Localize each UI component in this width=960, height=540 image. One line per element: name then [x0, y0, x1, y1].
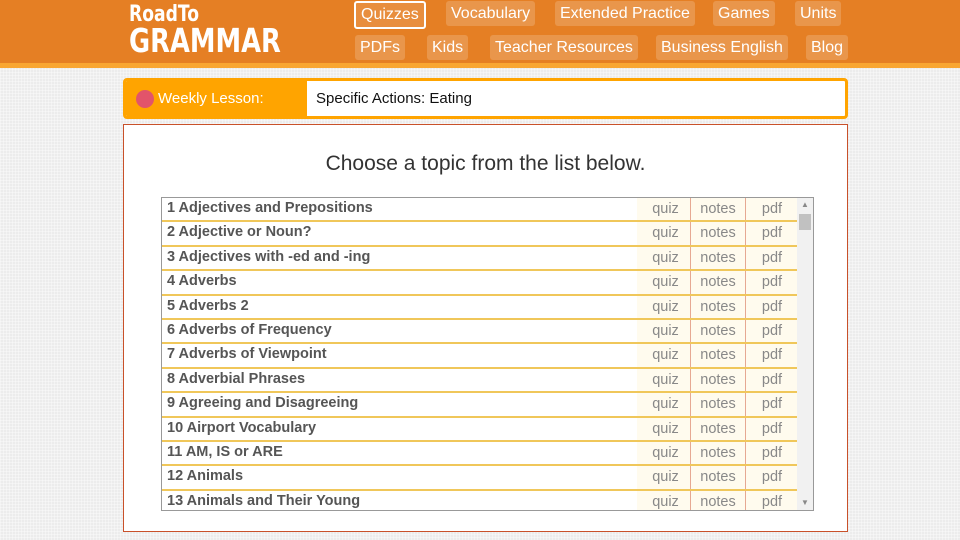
pdf-link[interactable]: pdf — [746, 344, 798, 367]
nav-business-english[interactable]: Business English — [656, 35, 788, 60]
topic-row: 2 Adjective or Noun? quiz notes pdf — [162, 222, 798, 247]
notes-link[interactable]: notes — [690, 198, 746, 221]
topic-title[interactable]: 2 Adjective or Noun? — [162, 222, 637, 244]
topic-title[interactable]: 13 Animals and Their Young — [162, 491, 637, 510]
topic-title[interactable]: 6 Adverbs of Frequency — [162, 320, 637, 342]
quiz-link[interactable]: quiz — [637, 222, 690, 245]
pdf-link[interactable]: pdf — [746, 490, 798, 510]
quiz-link[interactable]: quiz — [637, 271, 690, 294]
topic-title[interactable]: 12 Animals — [162, 466, 637, 488]
topic-title[interactable]: 11 AM, IS or ARE — [162, 442, 637, 464]
topic-row: 12 Animals quiz notes pdf — [162, 466, 798, 491]
pdf-link[interactable]: pdf — [746, 319, 798, 343]
topic-title[interactable]: 7 Adverbs of Viewpoint — [162, 344, 637, 366]
notes-link[interactable]: notes — [690, 246, 746, 270]
nav-blog[interactable]: Blog — [806, 35, 849, 60]
weekly-lesson-bar: Weekly Lesson: Specific Actions: Eating — [123, 78, 848, 119]
nav-vocabulary[interactable]: Vocabulary — [446, 1, 536, 26]
quiz-link[interactable]: quiz — [637, 319, 690, 343]
topic-title[interactable]: 8 Adverbial Phrases — [162, 369, 637, 391]
topic-row: 8 Adverbial Phrases quiz notes pdf — [162, 368, 798, 394]
scrollbar[interactable]: ▲ ▼ — [797, 198, 813, 510]
quiz-link[interactable]: quiz — [637, 246, 690, 270]
pdf-link[interactable]: pdf — [746, 295, 798, 318]
notes-link[interactable]: notes — [690, 393, 746, 416]
topic-row: 1 Adjectives and Prepositions quiz notes pd… — [162, 198, 798, 223]
site-header: RoadTo GRAMMAR Quizzes Vocabulary Extend… — [0, 0, 960, 68]
topic-title[interactable]: 5 Adverbs 2 — [162, 296, 637, 318]
weekly-lesson-label-area: Weekly Lesson: — [126, 81, 307, 116]
notes-link[interactable]: notes — [690, 490, 746, 510]
notes-link[interactable]: notes — [690, 271, 746, 294]
notes-link[interactable]: notes — [690, 295, 746, 318]
quiz-link[interactable]: quiz — [637, 344, 690, 367]
scroll-thumb[interactable] — [799, 214, 811, 230]
quiz-link[interactable]: quiz — [637, 490, 690, 510]
record-dot-icon — [136, 90, 154, 108]
weekly-lesson-link[interactable]: Specific Actions: Eating — [316, 81, 472, 116]
topic-title[interactable]: 1 Adjectives and Prepositions — [162, 198, 637, 220]
pdf-link[interactable]: pdf — [746, 393, 798, 416]
nav-pdfs[interactable]: PDFs — [355, 35, 405, 60]
topic-row: 9 Agreeing and Disagreeing quiz notes pdf — [162, 393, 798, 418]
scroll-down-arrow-icon[interactable]: ▼ — [797, 496, 813, 510]
page-heading: Choose a topic from the list below. — [325, 152, 646, 175]
notes-link[interactable]: notes — [690, 344, 746, 367]
quiz-link[interactable]: quiz — [637, 441, 690, 465]
topic-title[interactable]: 3 Adjectives with -ed and -ing — [162, 247, 637, 269]
pdf-link[interactable]: pdf — [746, 441, 798, 465]
pdf-link[interactable]: pdf — [746, 466, 798, 489]
main-panel: Choose a topic from the list below. 1 Ad… — [123, 124, 848, 532]
scroll-up-arrow-icon[interactable]: ▲ — [797, 198, 813, 212]
topic-row: 3 Adjectives with -ed and -ing quiz notes p… — [162, 246, 798, 272]
notes-link[interactable]: notes — [690, 368, 746, 392]
nav-games[interactable]: Games — [713, 1, 775, 26]
pdf-link[interactable]: pdf — [746, 198, 798, 221]
notes-link[interactable]: notes — [690, 319, 746, 343]
topic-row: 7 Adverbs of Viewpoint quiz notes pdf — [162, 344, 798, 369]
nav-quizzes[interactable]: Quizzes — [354, 1, 426, 29]
pdf-link[interactable]: pdf — [746, 246, 798, 270]
pdf-link[interactable]: pdf — [746, 222, 798, 245]
quiz-link[interactable]: quiz — [637, 393, 690, 416]
notes-link[interactable]: notes — [690, 417, 746, 440]
notes-link[interactable]: notes — [690, 441, 746, 465]
nav-kids[interactable]: Kids — [427, 35, 469, 60]
weekly-lesson-label: Weekly Lesson: — [158, 90, 264, 107]
logo-line-2: GRAMMAR — [129, 21, 281, 60]
topic-title[interactable]: 4 Adverbs — [162, 271, 637, 293]
topic-row: 11 AM, IS or ARE quiz notes pdf — [162, 441, 798, 467]
topic-title[interactable]: 10 Airport Vocabulary — [162, 418, 637, 440]
topic-row: 6 Adverbs of Frequency quiz notes pdf — [162, 319, 798, 345]
quiz-link[interactable]: quiz — [637, 466, 690, 489]
notes-link[interactable]: notes — [690, 466, 746, 489]
pdf-link[interactable]: pdf — [746, 368, 798, 392]
topic-row: 5 Adverbs 2 quiz notes pdf — [162, 295, 798, 320]
topic-list[interactable]: 1 Adjectives and Prepositions quiz notes pd… — [161, 197, 814, 511]
topic-row: 10 Airport Vocabulary quiz notes pdf — [162, 417, 798, 442]
pdf-link[interactable]: pdf — [746, 417, 798, 440]
quiz-link[interactable]: quiz — [637, 368, 690, 392]
site-logo[interactable]: RoadTo GRAMMAR — [129, 2, 324, 60]
topic-row: 13 Animals and Their Young quiz notes pdf — [162, 490, 798, 510]
nav-units[interactable]: Units — [795, 1, 842, 26]
pdf-link[interactable]: pdf — [746, 271, 798, 294]
quiz-link[interactable]: quiz — [637, 417, 690, 440]
topic-row: 4 Adverbs quiz notes pdf — [162, 271, 798, 296]
quiz-link[interactable]: quiz — [637, 198, 690, 221]
notes-link[interactable]: notes — [690, 222, 746, 245]
nav-extended-practice[interactable]: Extended Practice — [555, 1, 695, 26]
topic-rows: 1 Adjectives and Prepositions quiz notes pd… — [162, 198, 813, 510]
topic-title[interactable]: 9 Agreeing and Disagreeing — [162, 393, 637, 415]
nav-teacher-resources[interactable]: Teacher Resources — [490, 35, 638, 60]
quiz-link[interactable]: quiz — [637, 295, 690, 318]
